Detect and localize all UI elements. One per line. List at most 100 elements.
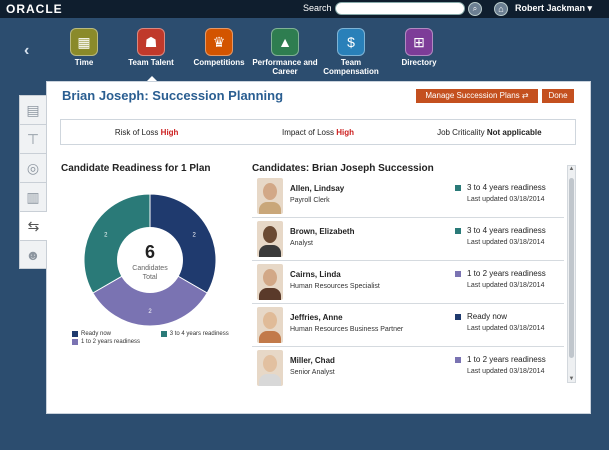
scroll-up-icon[interactable]: ▲ [568,166,575,172]
legend-three-four: 3 to 4 years readiness [160,331,229,337]
scroll-thumb[interactable] [569,178,574,358]
metric-value: High [336,127,355,137]
last-updated: Last updated 03/18/2014 [467,368,545,375]
readiness-label: 1 to 2 years readiness [467,269,546,278]
list-item[interactable]: Cairns, Linda Human Resources Specialist… [252,261,564,304]
manage-succession-plans-button[interactable]: Manage Succession Plans ⇄ [416,89,538,103]
back-arrow-icon[interactable]: ‹ [24,42,29,60]
calendar-icon: ▦ [70,28,98,56]
center-label-line1: Candidates [132,265,168,272]
profile-card-icon: ▤ [26,101,40,118]
avatar [257,264,283,300]
metric-label: Job Criticality [437,127,485,137]
metric-label: Risk of Loss [114,127,159,137]
top-bar: ORACLE Search ⌕ ⌂ Robert Jackman ▾ [0,0,609,18]
tab-person[interactable]: ☻ [19,240,47,269]
last-updated: Last updated 03/18/2014 [467,196,545,203]
avatar [257,221,283,257]
search-go-button[interactable]: ⌕ [468,2,482,16]
candidate-name[interactable]: Cairns, Linda [290,270,341,279]
donut-chart: 222 6 Candidates Total [83,193,217,327]
side-tabs: ▤ ⊤ ◎ ▥ ⇆ ☻ [19,95,47,269]
metrics-bar: Risk of Loss High Impact of Loss High Jo… [60,119,576,145]
signpost-icon: ⊤ [26,130,40,147]
candidate-title: Human Resources Business Partner [290,326,404,333]
person-icon: ☻ [25,246,41,263]
job-criticality: Job Criticality Not applicable [404,128,575,137]
readiness-donut: 222 6 Candidates Total [80,190,220,330]
scroll-down-icon[interactable]: ▼ [568,376,575,382]
home-button[interactable]: ⌂ [494,2,508,16]
metric-value: Not applicable [486,127,542,137]
tab-analytics[interactable]: ▥ [19,182,47,211]
app-team-talent[interactable]: ☗ Team Talent [116,28,186,67]
risk-of-loss: Risk of Loss High [61,128,232,137]
succession-icon: ⇆ [27,217,40,234]
candidates-title: Candidates: Brian Joseph Succession [252,163,434,174]
app-label: Team Compensation [323,58,379,76]
candidate-name[interactable]: Miller, Chad [290,356,335,365]
directory-icon: ⊞ [405,28,433,56]
candidate-title: Analyst [290,240,313,247]
app-time[interactable]: ▦ Time [49,28,119,67]
candidate-title: Human Resources Specialist [290,283,380,290]
done-button[interactable]: Done [542,89,574,103]
compensation-icon: $ [337,28,365,56]
legend-swatch [72,339,78,345]
app-competitions[interactable]: ♛ Competitions [184,28,254,67]
impact-of-loss: Impact of Loss High [232,128,403,137]
last-updated: Last updated 03/18/2014 [467,325,545,332]
search-label: Search [303,3,332,13]
app-compensation[interactable]: $ Team Compensation [316,28,386,76]
readiness-label: 1 to 2 years readiness [467,355,546,364]
target-icon: ◎ [26,159,40,176]
list-item[interactable]: Allen, Lindsay Payroll Clerk 3 to 4 year… [252,175,564,218]
app-directory[interactable]: ⊞ Directory [384,28,454,67]
list-item[interactable]: Brown, Elizabeth Analyst 3 to 4 years re… [252,218,564,261]
readiness-label: 3 to 4 years readiness [467,226,546,235]
legend-swatch [160,331,167,337]
list-item[interactable]: Jeffries, Anne Human Resources Business … [252,304,564,347]
team-talent-icon: ☗ [137,28,165,56]
candidate-list: Allen, Lindsay Payroll Clerk 3 to 4 year… [252,175,564,390]
list-item[interactable]: Miller, Chad Senior Analyst 1 to 2 years… [252,347,564,390]
app-label: Directory [401,58,437,67]
readiness-swatch [455,185,461,191]
legend-ready-now: Ready now [72,331,111,337]
user-name: Robert Jackman [515,3,586,13]
legend-label: 3 to 4 years readiness [169,331,229,337]
center-label-line2: Total [143,274,158,281]
avatar [257,350,283,386]
avatar [257,178,283,214]
app-label: Time [74,58,94,67]
chevron-down-icon: ▾ [587,3,593,13]
metric-value: High [160,127,179,137]
search-icon: ⌕ [472,4,478,13]
trophy-icon: ♛ [205,28,233,56]
app-performance[interactable]: ▲ Performance and Career [250,28,320,76]
candidate-name[interactable]: Allen, Lindsay [290,184,344,193]
tab-goals[interactable]: ◎ [19,153,47,182]
legend-label: 1 to 2 years readiness [81,339,141,345]
user-menu[interactable]: Robert Jackman ▾ [515,3,592,14]
candidate-title: Payroll Clerk [290,197,330,204]
candidate-name[interactable]: Brown, Elizabeth [290,227,354,236]
avatar [257,307,283,343]
candidate-name[interactable]: Jeffries, Anne [290,313,343,322]
readiness-swatch [455,357,461,363]
bar-chart-icon: ▥ [26,188,40,205]
center-count: 6 [145,242,155,262]
page-title: Brian Joseph: Succession Planning [62,88,284,103]
readiness-title: Candidate Readiness for 1 Plan [61,163,211,174]
tab-career[interactable]: ⊤ [19,124,47,153]
candidate-title: Senior Analyst [290,369,335,376]
home-icon: ⌂ [498,4,504,14]
tab-succession[interactable]: ⇆ [19,211,47,240]
app-label: Competitions [193,58,245,67]
legend-label: Ready now [81,331,112,337]
candidate-scrollbar[interactable]: ▲ ▼ [567,165,576,383]
tab-profile[interactable]: ▤ [19,95,47,124]
chart-legend: Ready now 3 to 4 years readiness 1 to 2 … [72,331,237,347]
metric-label: Impact of Loss [281,127,334,137]
search-input[interactable] [335,2,465,15]
